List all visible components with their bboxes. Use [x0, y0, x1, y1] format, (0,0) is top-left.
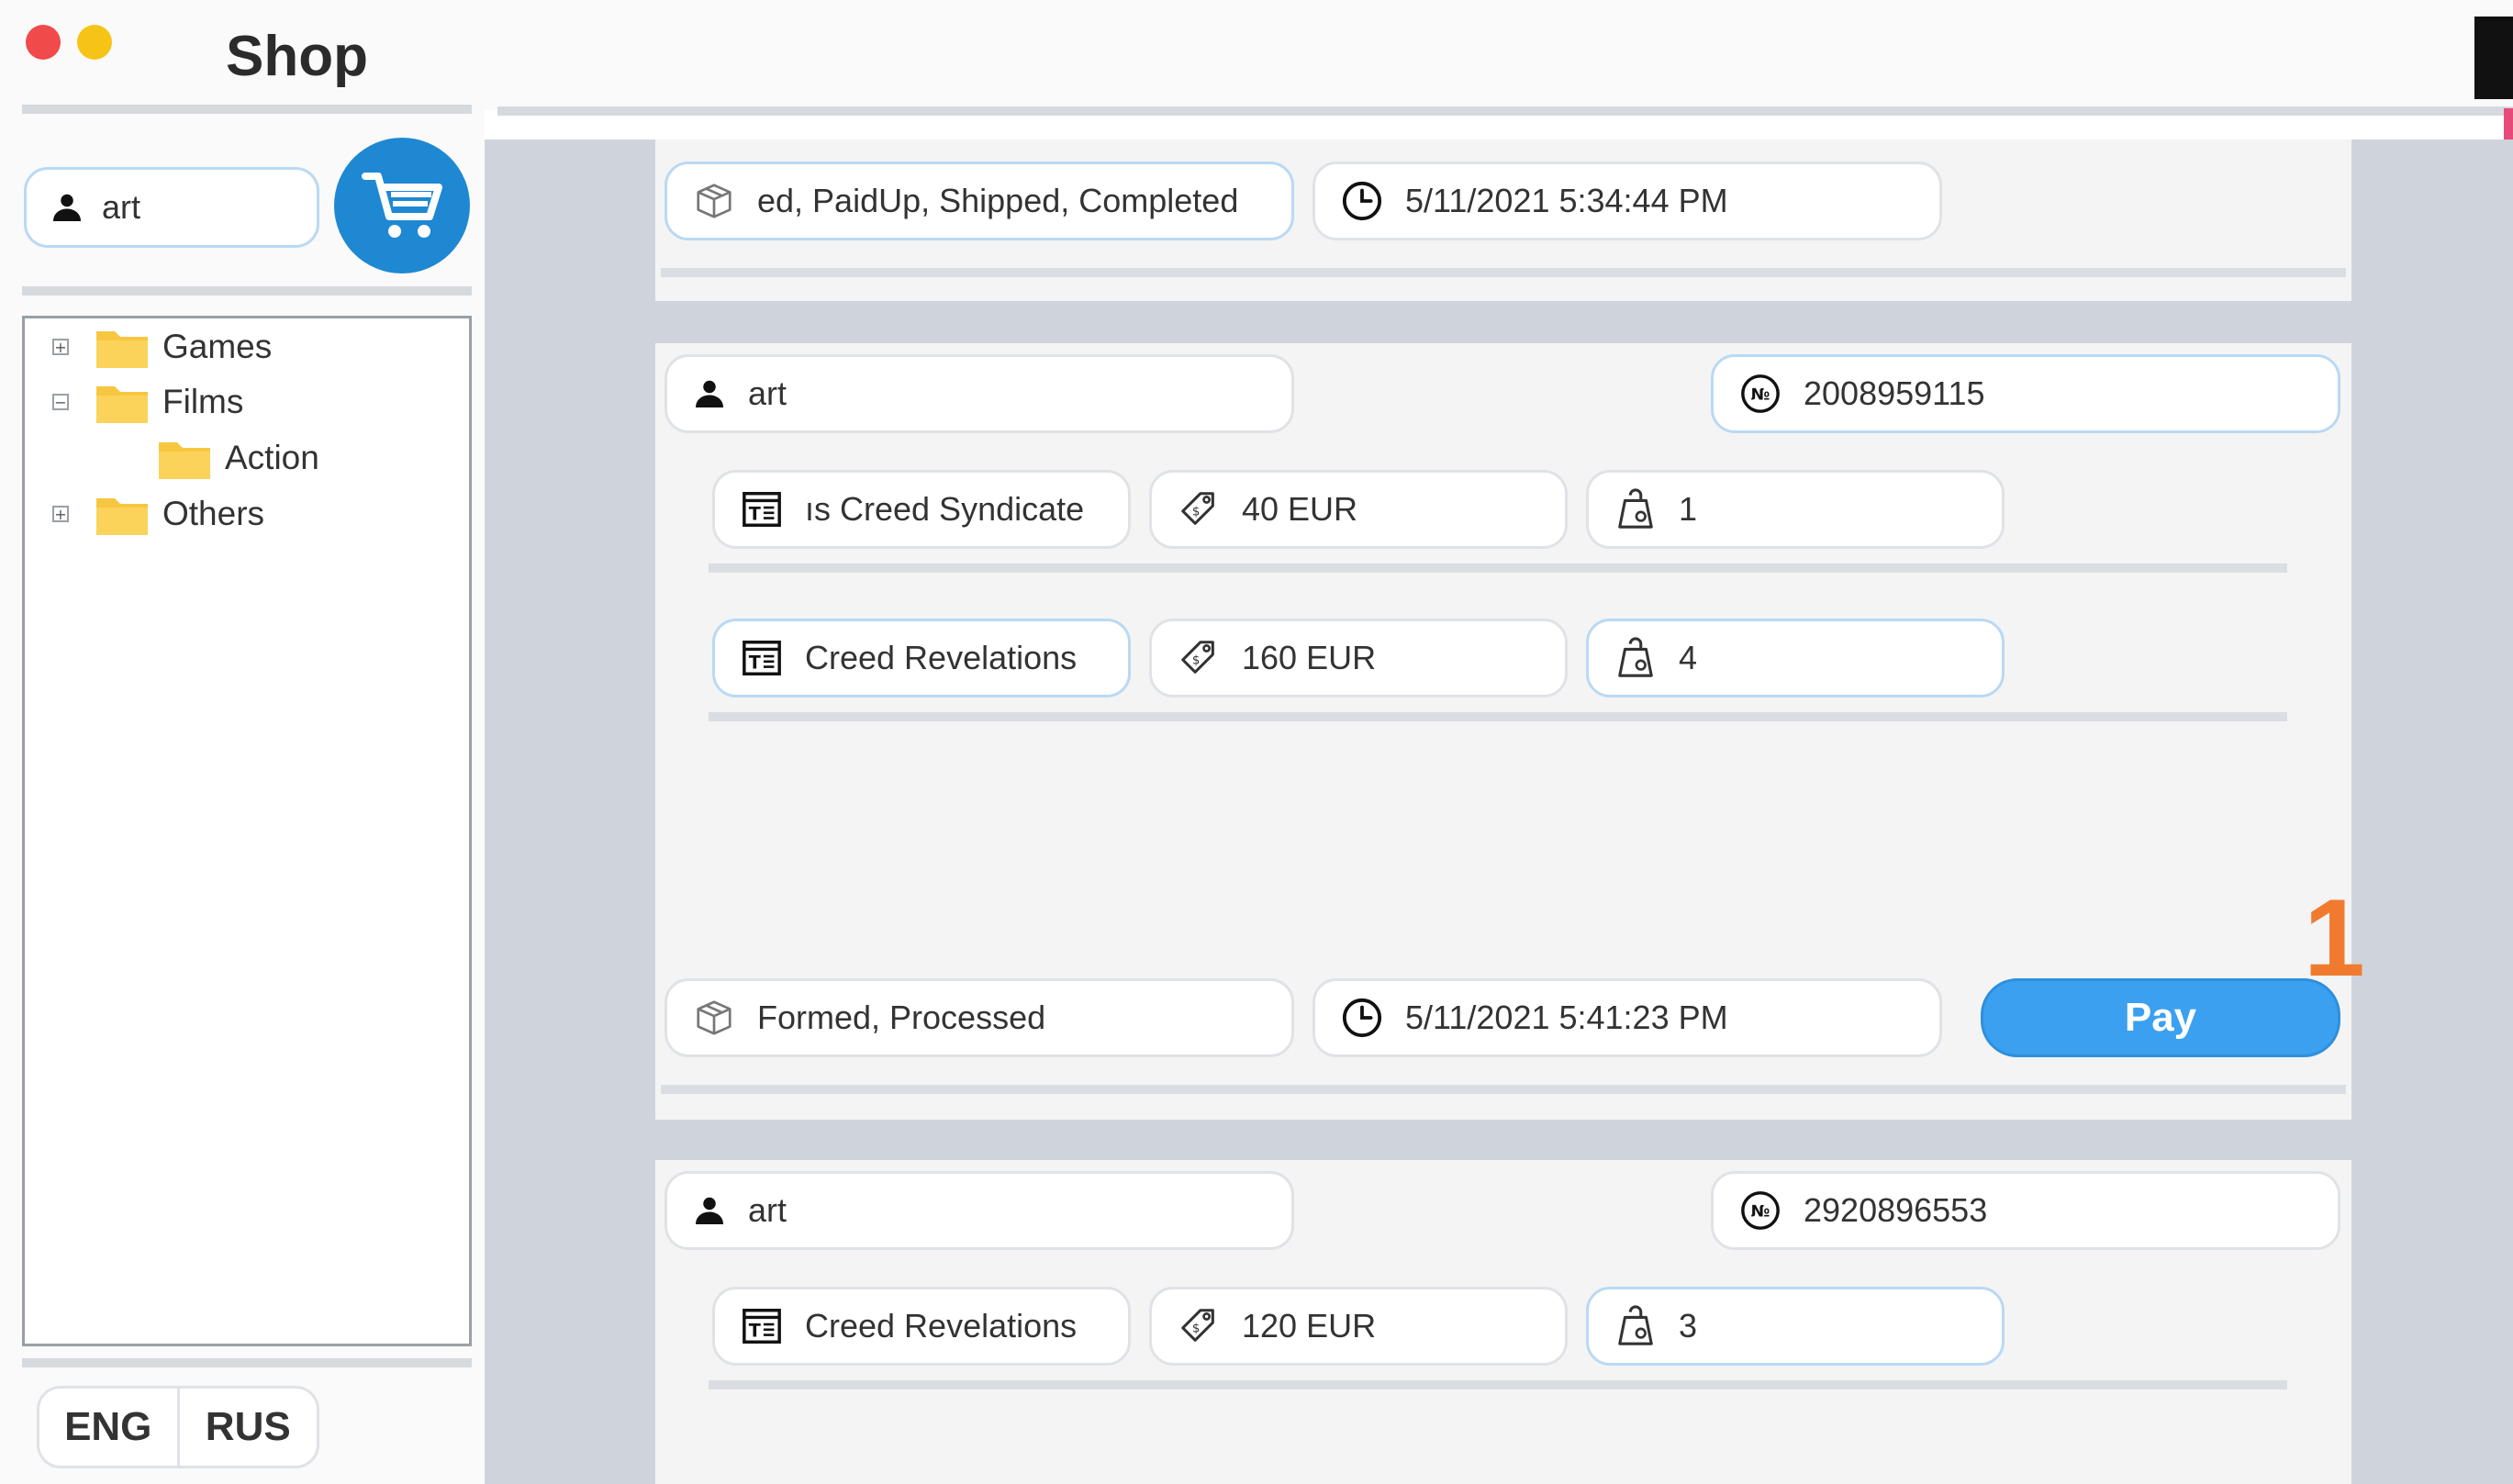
weight-icon	[1614, 637, 1657, 679]
divider	[22, 1358, 472, 1367]
order-number: 2008959115	[1804, 374, 1985, 412]
folder-icon	[95, 491, 150, 537]
clock-icon	[1341, 180, 1383, 222]
price-tag-icon	[1178, 488, 1220, 530]
order-status: ed, PaidUp, Shipped, Completed	[757, 182, 1239, 219]
divider	[709, 712, 2287, 721]
item-quantity-field[interactable]: 3	[1586, 1287, 2005, 1366]
box-icon	[693, 180, 735, 222]
cart-button[interactable]	[334, 138, 470, 273]
order-datetime-field[interactable]: 5/11/2021 5:41:23 PM	[1312, 978, 1942, 1057]
item-price-field[interactable]: 40 EUR	[1149, 470, 1568, 549]
expand-toggle[interactable]: +	[52, 506, 69, 522]
tree-item-label: Action	[225, 439, 319, 476]
user-name: art	[102, 188, 141, 226]
folder-icon	[157, 435, 212, 481]
tree-item-games[interactable]: + Games	[52, 324, 272, 370]
order-user-field[interactable]: art	[665, 354, 1294, 433]
pay-button[interactable]: Pay	[1981, 978, 2340, 1057]
annotation-number: 1	[2304, 876, 2365, 999]
order-number-field[interactable]: 2920896553	[1711, 1171, 2340, 1250]
number-icon	[1739, 1189, 1781, 1232]
user-icon	[50, 191, 84, 224]
item-name-field[interactable]: Creed Revelations	[712, 1287, 1131, 1366]
collapse-toggle[interactable]: −	[52, 394, 69, 410]
expand-toggle[interactable]: +	[52, 339, 69, 355]
item-quantity: 1	[1679, 490, 1698, 528]
tree-item-action[interactable]: Action	[157, 435, 319, 481]
item-name: ıs Creed Syndicate	[805, 490, 1085, 528]
item-name-field[interactable]: Creed Revelations	[712, 619, 1131, 697]
category-tree[interactable]: + Games − Films Action + Others	[22, 316, 472, 1346]
tree-item-label: Films	[162, 383, 244, 420]
user-field[interactable]: art	[24, 167, 319, 248]
order-card: ed, PaidUp, Shipped, Completed 5/11/2021…	[655, 139, 2351, 301]
item-price: 160 EUR	[1242, 639, 1377, 676]
app-title: Shop	[226, 25, 368, 88]
order-user-field[interactable]: art	[665, 1171, 1294, 1250]
sidebar: Shop art + Games − Films Action + Others	[0, 0, 485, 1484]
lang-eng-button[interactable]: ENG	[39, 1389, 177, 1466]
order-number-field[interactable]: 2008959115	[1711, 354, 2340, 433]
order-datetime: 5/11/2021 5:41:23 PM	[1405, 999, 1728, 1036]
number-icon	[1739, 373, 1781, 415]
language-switch: ENG RUS	[37, 1386, 319, 1468]
order-status-field[interactable]: Formed, Processed	[665, 978, 1294, 1057]
user-icon	[693, 377, 726, 410]
order-datetime-field[interactable]: 5/11/2021 5:34:44 PM	[1312, 162, 1942, 240]
book-icon[interactable]	[2474, 17, 2513, 99]
order-number: 2920896553	[1804, 1191, 1988, 1229]
tree-item-others[interactable]: + Others	[52, 491, 264, 537]
folder-icon	[95, 379, 150, 425]
order-user: art	[748, 374, 787, 412]
order-status-field[interactable]: ed, PaidUp, Shipped, Completed	[665, 162, 1294, 240]
item-quantity-field[interactable]: 4	[1586, 619, 2005, 697]
divider	[497, 106, 2513, 116]
item-name: Creed Revelations	[805, 639, 1078, 676]
top-bar	[485, 0, 2513, 110]
order-user: art	[748, 1191, 787, 1229]
cart-icon	[358, 162, 446, 250]
tree-item-films[interactable]: − Films	[52, 379, 243, 425]
order-status: Formed, Processed	[757, 999, 1046, 1036]
item-price-field[interactable]: 160 EUR	[1149, 619, 1568, 697]
folder-icon	[95, 324, 150, 370]
divider	[22, 286, 472, 296]
divider	[661, 268, 2346, 277]
order-card: art 2008959115 ıs Creed Syndicate 40 EUR…	[655, 343, 2351, 1120]
weight-icon	[1614, 488, 1657, 530]
product-icon	[741, 637, 783, 679]
box-icon	[693, 997, 735, 1039]
divider	[709, 563, 2287, 573]
minimize-window-button[interactable]	[77, 25, 112, 60]
clock-icon	[1341, 997, 1383, 1039]
item-price: 120 EUR	[1242, 1307, 1377, 1345]
item-quantity-field[interactable]: 1	[1586, 470, 2005, 549]
weight-icon	[1614, 1305, 1657, 1347]
divider	[709, 1380, 2287, 1389]
price-tag-icon	[1178, 1305, 1220, 1347]
item-quantity: 3	[1679, 1307, 1698, 1345]
tree-item-label: Games	[162, 328, 273, 365]
item-price: 40 EUR	[1242, 490, 1358, 528]
price-tag-icon	[1178, 637, 1220, 679]
item-price-field[interactable]: 120 EUR	[1149, 1287, 1568, 1366]
user-icon	[693, 1194, 726, 1227]
order-datetime: 5/11/2021 5:34:44 PM	[1405, 182, 1728, 219]
product-icon	[741, 1305, 783, 1347]
order-card: art 2920896553 Creed Revelations 120 EUR…	[655, 1160, 2351, 1484]
close-window-button[interactable]	[26, 25, 61, 60]
item-quantity: 4	[1679, 639, 1698, 676]
item-name: Creed Revelations	[805, 1307, 1078, 1345]
lang-rus-button[interactable]: RUS	[176, 1389, 318, 1466]
divider	[661, 1085, 2346, 1094]
divider	[22, 105, 472, 114]
tree-item-label: Others	[162, 495, 265, 532]
item-name-field[interactable]: ıs Creed Syndicate	[712, 470, 1131, 549]
product-icon	[741, 488, 783, 530]
